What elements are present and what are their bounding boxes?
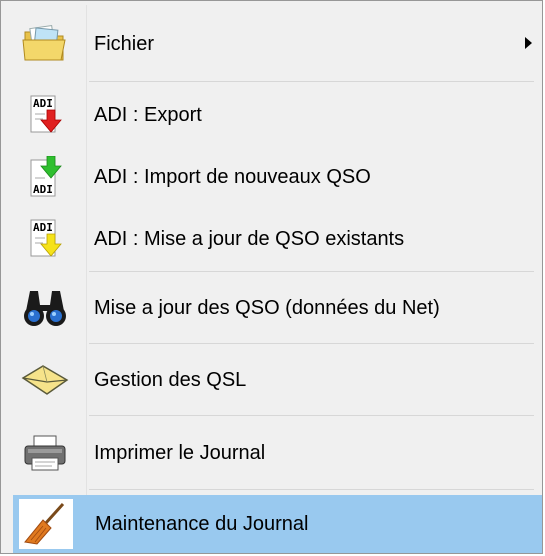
menu-item-adi-import[interactable]: ADI ADI : Import de nouveaux QSO	[13, 147, 542, 207]
menu-item-label: ADI : Mise a jour de QSO existants	[94, 228, 405, 250]
menu-item-label: Fichier	[94, 33, 155, 55]
menu-item-adi-update[interactable]: ADI ADI : Mise a jour de QSO existants	[13, 209, 542, 269]
adi-import-icon: ADI	[19, 153, 71, 201]
menu-item-qsl[interactable]: Gestion des QSL	[13, 347, 542, 413]
menu-separator	[89, 81, 534, 82]
menu-item-adi-export[interactable]: ADI ADI : Export	[13, 85, 542, 145]
menu-item-label: Maintenance du Journal	[95, 513, 309, 535]
svg-text:ADI: ADI	[33, 221, 53, 234]
printer-icon	[19, 429, 71, 477]
broom-icon	[19, 499, 73, 549]
menu-separator	[89, 343, 534, 344]
menu-separator	[89, 271, 534, 272]
context-menu: Fichier ADI ADI : Export ADI ADI : Impor…	[0, 0, 543, 554]
menu-item-label: Gestion des QSL	[94, 369, 247, 391]
submenu-arrow-icon	[525, 37, 532, 49]
menu-item-label: ADI : Import de nouveaux QSO	[94, 166, 371, 188]
binoculars-icon	[19, 284, 71, 332]
menu-item-label: Mise a jour des QSO (données du Net)	[94, 297, 440, 319]
svg-text:ADI: ADI	[33, 97, 53, 110]
menu-item-fichier[interactable]: Fichier	[13, 9, 542, 79]
menu-separator	[89, 489, 534, 490]
menu-item-maintenance[interactable]: Maintenance du Journal	[13, 495, 542, 553]
menu-item-label: Imprimer le Journal	[94, 442, 266, 464]
adi-update-icon: ADI	[19, 215, 71, 263]
menu-item-label: ADI : Export	[94, 104, 202, 126]
menu-separator	[89, 415, 534, 416]
menu-item-net-update[interactable]: Mise a jour des QSO (données du Net)	[13, 275, 542, 341]
envelope-icon	[19, 356, 71, 404]
adi-export-icon: ADI	[19, 91, 71, 139]
menu-item-print[interactable]: Imprimer le Journal	[13, 419, 542, 487]
folder-icon	[19, 20, 71, 68]
svg-text:ADI: ADI	[33, 183, 53, 196]
